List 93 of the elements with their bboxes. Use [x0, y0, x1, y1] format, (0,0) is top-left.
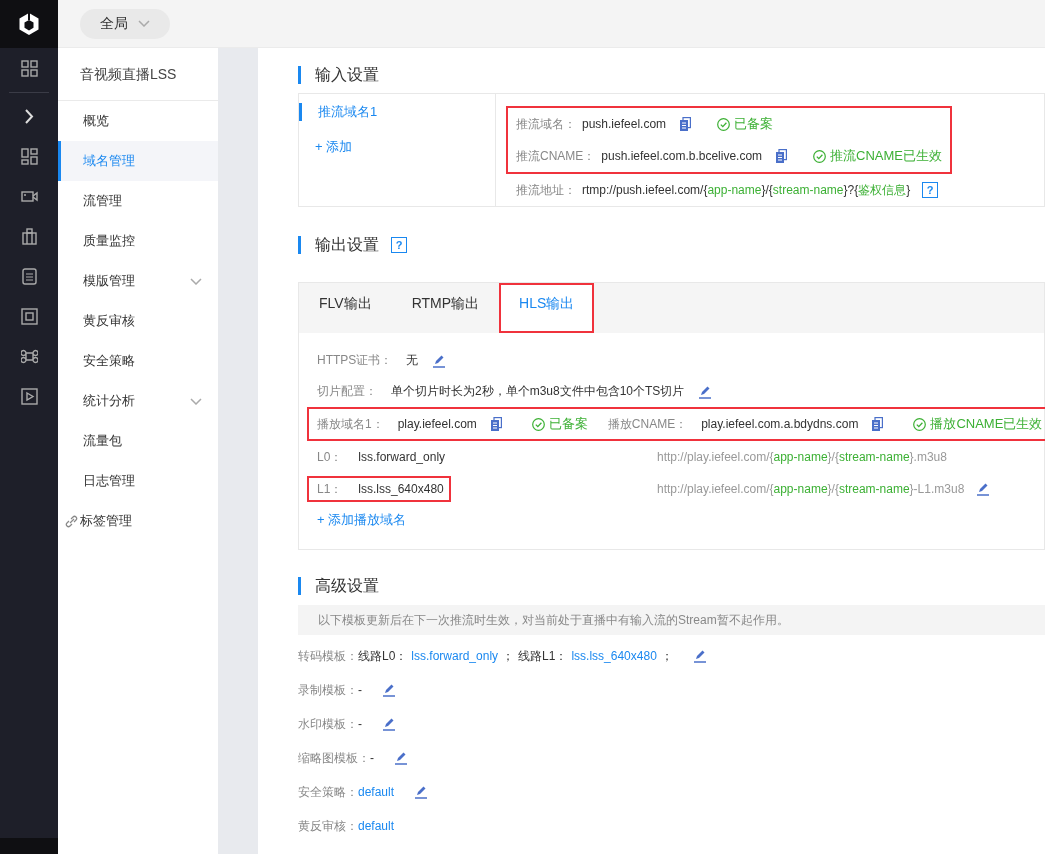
field-label: 推流CNAME：	[516, 147, 596, 165]
push-url: rtmp://push.iefeel.com/{app-name}/{stream-name}?{鉴权信息}	[582, 181, 911, 199]
sidebar-item[interactable]: 安全策略	[58, 341, 218, 381]
field-value: lss.lss_640x480	[358, 482, 444, 496]
field-label: 播放域名1：	[317, 415, 384, 433]
check-circle-icon	[813, 149, 827, 163]
sidebar-item[interactable]: 模版管理	[58, 261, 218, 301]
edit-icon[interactable]	[414, 785, 429, 799]
edit-icon[interactable]	[692, 649, 707, 663]
cube-logo-icon[interactable]	[18, 12, 40, 36]
field-value: ；	[660, 647, 673, 665]
dashboard-icon[interactable]	[20, 147, 38, 165]
check-circle-icon	[717, 117, 731, 131]
field-value: 线路L1：	[518, 647, 568, 665]
check-circle-icon	[913, 417, 927, 431]
add-link[interactable]: + 添加	[315, 138, 353, 156]
help-button[interactable]: ?	[922, 182, 939, 198]
section-title: 高级设置	[298, 577, 379, 595]
sidebar-item[interactable]: 质量监控	[58, 221, 218, 261]
frame-icon[interactable]	[20, 307, 38, 325]
help-button[interactable]: ?	[391, 237, 407, 253]
chevron-down-icon	[138, 20, 150, 27]
field-label: 水印模板：	[298, 715, 358, 733]
field-label: 播放CNAME：	[607, 415, 688, 433]
field-value: -	[370, 751, 374, 765]
sidebar-item[interactable]: 流量包	[58, 421, 218, 461]
domain-tab[interactable]: 推流域名1	[299, 103, 495, 121]
grid-icon[interactable]	[20, 59, 38, 77]
field-value: ；	[502, 647, 515, 665]
building-icon[interactable]	[20, 227, 38, 245]
add-link[interactable]: + 添加播放域名	[317, 511, 1044, 529]
field-label: 黄反审核：	[298, 817, 358, 835]
sidebar-item[interactable]: 标签管理	[58, 501, 218, 541]
field-label: 切片配置：	[317, 383, 377, 400]
field-value: -	[358, 683, 362, 697]
field-label: L1：	[317, 480, 343, 498]
play-url: http://play.iefeel.com/{app-name}/{stream-name}-L1.m3u8	[657, 482, 965, 496]
chevron-down-icon	[190, 277, 202, 285]
edit-icon[interactable]	[698, 384, 713, 399]
field-value: play.iefeel.com.a.bdydns.com	[701, 417, 859, 431]
field-label: 转码模板：	[298, 647, 358, 665]
field-label: 推流地址：	[516, 181, 576, 199]
template-link[interactable]: default	[358, 819, 395, 833]
output-tab[interactable]: HLS输出	[499, 283, 595, 333]
template-link[interactable]: lss.lss_640x480	[571, 649, 657, 663]
edit-icon[interactable]	[382, 717, 396, 731]
edit-icon[interactable]	[976, 482, 991, 496]
section-title: 输入设置	[298, 66, 379, 84]
status-label: 播放CNAME已生效	[930, 415, 1043, 433]
link-icon	[65, 514, 78, 528]
output-tab[interactable]: FLV输出	[299, 283, 392, 325]
rail-footer	[0, 838, 58, 854]
play-url: http://play.iefeel.com/{app-name}/{stream-name}.m3u8	[657, 450, 947, 464]
field-label: 推流域名：	[516, 115, 576, 133]
field-value: push.iefeel.com.b.bcelive.com	[601, 149, 763, 163]
field-value: 线路L0：	[358, 647, 408, 665]
template-link[interactable]: lss.forward_only	[411, 649, 499, 663]
chevron-down-icon	[190, 397, 202, 405]
edit-icon[interactable]	[382, 683, 396, 697]
scope-dropdown[interactable]: 全局	[80, 8, 170, 39]
field-label: 安全策略：	[298, 783, 358, 801]
play-icon[interactable]	[20, 387, 38, 405]
status-label: 推流CNAME已生效	[830, 147, 943, 165]
status-label: 已备案	[548, 415, 588, 433]
notice-text: 以下模板更新后在下一次推流时生效，对当前处于直播中有输入流的Stream暂不起作用。	[318, 613, 789, 627]
output-tab[interactable]: RTMP输出	[391, 283, 500, 325]
field-value: -	[358, 717, 362, 731]
sidebar-item[interactable]: 日志管理	[58, 461, 218, 501]
copy-icon[interactable]	[680, 117, 692, 131]
field-label: 缩略图模板：	[298, 749, 370, 767]
copy-icon[interactable]	[776, 149, 788, 163]
template-link[interactable]: default	[358, 785, 395, 799]
field-value: push.iefeel.com	[582, 117, 667, 131]
field-value: 单个切片时长为2秒，单个m3u8文件中包含10个TS切片	[391, 383, 685, 400]
sidebar-item[interactable]: 统计分析	[58, 381, 218, 421]
field-value: 无	[406, 352, 419, 369]
field-label: L0：	[317, 448, 343, 466]
field-label: HTTPS证书：	[317, 352, 393, 369]
copy-icon[interactable]	[872, 417, 884, 431]
edit-icon[interactable]	[432, 353, 447, 368]
sidebar-item[interactable]: 黄反审核	[58, 301, 218, 341]
check-circle-icon	[531, 417, 545, 431]
field-label: 录制模板：	[298, 681, 358, 699]
section-title: 输出设置	[298, 236, 379, 254]
edit-icon[interactable]	[394, 751, 408, 765]
command-icon[interactable]	[20, 347, 38, 365]
document-icon[interactable]	[20, 267, 38, 285]
sidebar-item[interactable]: 概览	[58, 101, 218, 141]
field-value: lss.forward_only	[358, 450, 446, 464]
field-value: play.iefeel.com	[397, 417, 477, 431]
sidebar-item[interactable]: 流管理	[58, 181, 218, 221]
copy-icon[interactable]	[490, 417, 502, 431]
status-label: 已备案	[734, 115, 774, 133]
